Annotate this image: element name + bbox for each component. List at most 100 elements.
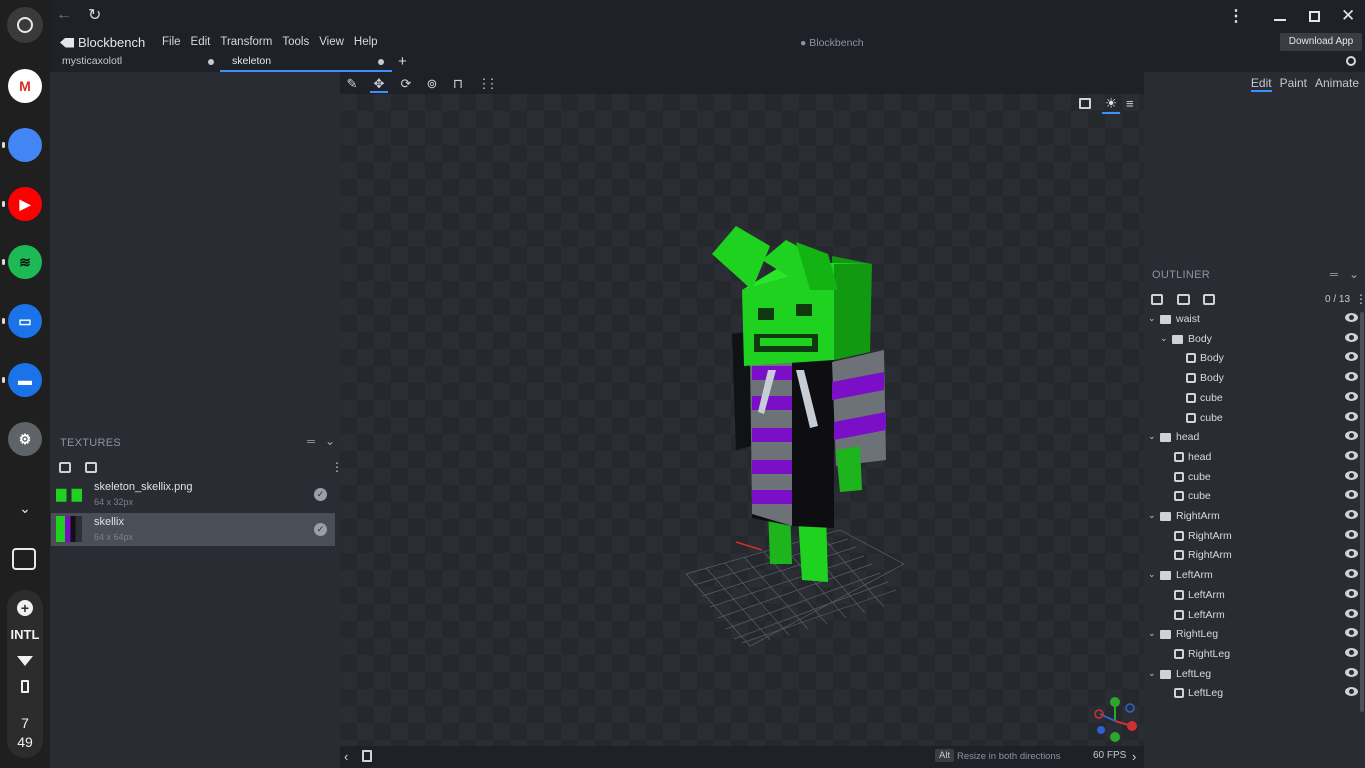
spotify-app-icon[interactable]: ≋ bbox=[8, 245, 42, 279]
visibility-eye-icon[interactable] bbox=[1345, 687, 1358, 697]
panel-menu-icon[interactable]: ═ bbox=[307, 436, 315, 448]
texture-item[interactable]: skellix 64 x 64px ✓ bbox=[51, 513, 335, 546]
chrome-app-icon[interactable] bbox=[8, 128, 42, 162]
settings-app-icon[interactable]: ⚙ bbox=[8, 422, 42, 456]
mode-animate[interactable]: Animate bbox=[1315, 76, 1359, 92]
menu-edit[interactable]: Edit bbox=[191, 36, 211, 48]
visibility-eye-icon[interactable] bbox=[1345, 313, 1358, 322]
outliner-cube[interactable]: head bbox=[1144, 448, 1360, 468]
more-options-icon[interactable]: ⋮ bbox=[1228, 6, 1244, 26]
tab-mysticaxolotl[interactable]: mysticaxolotl bbox=[50, 53, 222, 72]
tab-skeleton[interactable]: skeleton bbox=[220, 53, 392, 72]
outliner-cube[interactable]: cube bbox=[1144, 468, 1360, 488]
expand-arrow-icon[interactable]: ⌄ bbox=[1148, 668, 1158, 679]
visibility-eye-icon[interactable] bbox=[1345, 411, 1358, 421]
remote-desktop-app-icon[interactable]: ▭ bbox=[8, 304, 42, 338]
3d-viewport[interactable]: ☀ ≡ bbox=[340, 94, 1144, 746]
visibility-eye-icon[interactable] bbox=[1345, 588, 1358, 598]
expand-arrow-icon[interactable]: ⌄ bbox=[1160, 333, 1170, 344]
reload-icon[interactable]: ↻ bbox=[88, 5, 101, 25]
move-tool-icon[interactable]: ✥ bbox=[370, 75, 388, 93]
visibility-eye-icon[interactable] bbox=[1345, 529, 1358, 539]
texture-item[interactable]: skeleton_skellix.png 64 x 32px ✓ bbox=[51, 478, 335, 511]
outliner-group[interactable]: ⌄ LeftLeg bbox=[1144, 665, 1360, 685]
outliner-group[interactable]: ⌄ RightArm bbox=[1144, 507, 1360, 527]
gmail-app-icon[interactable]: M bbox=[8, 69, 42, 103]
launcher-button[interactable] bbox=[7, 7, 43, 43]
bone-tool-icon[interactable]: ⊓ bbox=[449, 75, 467, 93]
expand-arrow-icon[interactable]: ⌄ bbox=[1148, 431, 1158, 442]
expand-arrow-icon[interactable]: ⌄ bbox=[1148, 313, 1158, 324]
files-app-icon[interactable]: ▬ bbox=[8, 363, 42, 397]
outliner-cube[interactable]: LeftLeg bbox=[1144, 684, 1360, 704]
vertex-snap-tool-icon[interactable]: ✎ bbox=[343, 75, 361, 93]
visibility-eye-icon[interactable] bbox=[1345, 450, 1358, 460]
minimize-icon[interactable] bbox=[1274, 19, 1286, 21]
visibility-eye-icon[interactable] bbox=[1345, 569, 1358, 579]
status-tray[interactable]: + INTL 7 49 bbox=[7, 590, 43, 758]
menu-view[interactable]: View bbox=[319, 36, 344, 48]
outliner-cube[interactable]: Body bbox=[1144, 369, 1360, 389]
screen-capture-icon[interactable] bbox=[12, 548, 36, 570]
outliner-group[interactable]: ⌄ head bbox=[1144, 428, 1360, 448]
mode-paint[interactable]: Paint bbox=[1280, 76, 1307, 92]
expand-arrow-icon[interactable]: ⌄ bbox=[1148, 628, 1158, 639]
visibility-eye-icon[interactable] bbox=[1345, 628, 1358, 638]
import-texture-icon[interactable] bbox=[59, 462, 71, 473]
rotate-tool-icon[interactable]: ⟳ bbox=[397, 75, 415, 93]
visibility-eye-icon[interactable] bbox=[1345, 372, 1358, 382]
mode-edit[interactable]: Edit bbox=[1250, 76, 1272, 92]
youtube-app-icon[interactable]: ▶ bbox=[8, 187, 42, 221]
menu-help[interactable]: Help bbox=[354, 36, 378, 48]
visibility-eye-icon[interactable] bbox=[1345, 391, 1358, 401]
outliner-group[interactable]: ⌄ RightLeg bbox=[1144, 625, 1360, 645]
toolbar-more-icon[interactable]: ⋮ bbox=[483, 75, 501, 93]
menu-transform[interactable]: Transform bbox=[220, 36, 272, 48]
outliner-group[interactable]: ⌄ waist bbox=[1144, 310, 1360, 330]
outliner-cube[interactable]: cube bbox=[1144, 389, 1360, 409]
outliner-group[interactable]: ⌄ Body bbox=[1144, 330, 1360, 350]
visibility-eye-icon[interactable] bbox=[1345, 470, 1358, 480]
add-group-icon[interactable] bbox=[1177, 294, 1190, 305]
sidebar-toggle-right-icon[interactable]: › bbox=[1132, 749, 1136, 764]
visibility-eye-icon[interactable] bbox=[1345, 667, 1358, 677]
collapse-icon[interactable]: ⌄ bbox=[325, 434, 335, 448]
outliner-cube[interactable]: Body bbox=[1144, 349, 1360, 369]
visibility-eye-icon[interactable] bbox=[1345, 490, 1358, 500]
menu-file[interactable]: File bbox=[162, 36, 181, 48]
visibility-eye-icon[interactable] bbox=[1345, 608, 1358, 618]
search-icon[interactable] bbox=[1346, 56, 1356, 66]
visibility-eye-icon[interactable] bbox=[1345, 647, 1358, 657]
outliner-cube[interactable]: RightLeg bbox=[1144, 645, 1360, 665]
expand-arrow-icon[interactable]: ⌄ bbox=[1148, 569, 1158, 580]
outliner-scrollbar[interactable] bbox=[1360, 312, 1364, 712]
create-texture-icon[interactable] bbox=[85, 462, 97, 473]
expand-arrow-icon[interactable]: ⌄ bbox=[1148, 510, 1158, 521]
outliner-cube[interactable]: LeftArm bbox=[1144, 586, 1360, 606]
outliner-more-icon[interactable]: ⋮ bbox=[1355, 292, 1365, 306]
collapse-icon[interactable]: ⌄ bbox=[1349, 267, 1359, 281]
visibility-eye-icon[interactable] bbox=[1345, 332, 1358, 342]
visibility-eye-icon[interactable] bbox=[1345, 510, 1358, 519]
outliner-cube[interactable]: LeftArm bbox=[1144, 606, 1360, 626]
save-project-icon[interactable] bbox=[362, 750, 372, 762]
expand-shelf-icon[interactable]: ⌄ bbox=[17, 500, 33, 516]
outliner-cube[interactable]: RightArm bbox=[1144, 527, 1360, 547]
outliner-cube[interactable]: cube bbox=[1144, 409, 1360, 429]
back-icon[interactable]: ← bbox=[56, 6, 72, 24]
pivot-tool-icon[interactable]: ⊚ bbox=[423, 75, 441, 93]
visibility-eye-icon[interactable] bbox=[1345, 549, 1358, 559]
add-cube-icon[interactable] bbox=[1151, 294, 1163, 305]
menu-tools[interactable]: Tools bbox=[282, 36, 309, 48]
close-icon[interactable]: ✕ bbox=[1341, 6, 1355, 26]
sidebar-toggle-left-icon[interactable]: ‹ bbox=[344, 749, 348, 764]
outliner-cube[interactable]: cube bbox=[1144, 487, 1360, 507]
new-tab-icon[interactable]: + bbox=[398, 53, 407, 70]
visibility-eye-icon[interactable] bbox=[1345, 431, 1358, 441]
model-render[interactable] bbox=[340, 94, 1144, 746]
maximize-icon[interactable] bbox=[1309, 11, 1320, 22]
collapse-all-icon[interactable] bbox=[1203, 294, 1215, 305]
visibility-eye-icon[interactable] bbox=[1345, 352, 1358, 362]
panel-menu-icon[interactable]: ═ bbox=[1330, 269, 1338, 281]
outliner-cube[interactable]: RightArm bbox=[1144, 546, 1360, 566]
